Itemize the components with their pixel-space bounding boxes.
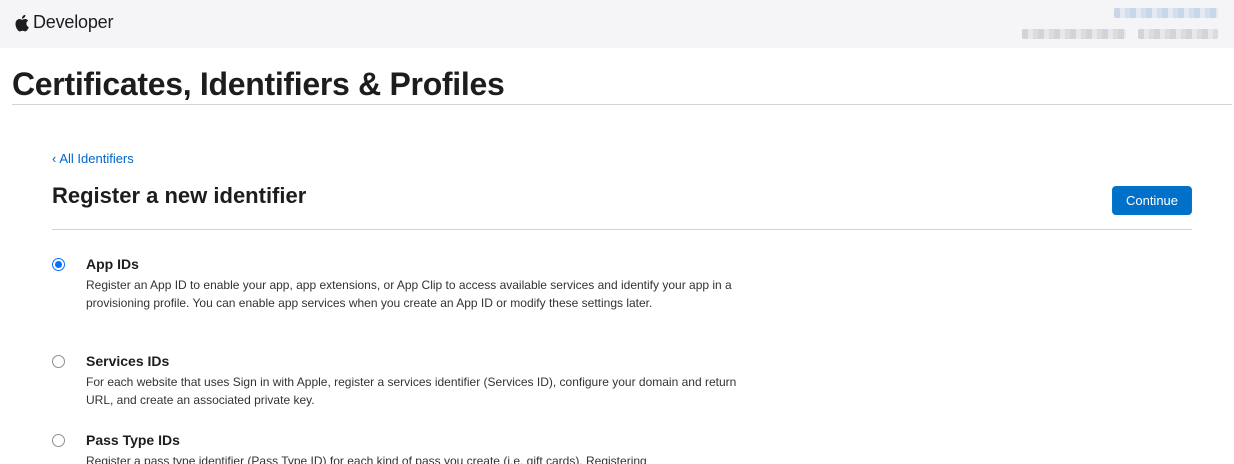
chevron-left-icon: ‹ — [52, 151, 57, 166]
title-divider — [12, 104, 1232, 105]
option-description: Register an App ID to enable your app, a… — [86, 278, 732, 310]
redacted-account-name — [1114, 8, 1218, 18]
apple-logo-icon — [15, 14, 29, 31]
redacted-team-name — [1022, 29, 1126, 39]
option-description: For each website that uses Sign in with … — [86, 375, 737, 407]
option-description: Register a pass type identifier (Pass Ty… — [86, 454, 647, 464]
all-identifiers-link[interactable]: ‹ All Identifiers — [52, 151, 134, 166]
option-title: Services IDs — [86, 353, 170, 369]
radio-app-ids[interactable] — [52, 258, 65, 271]
page-title: Certificates, Identifiers & Profiles — [12, 66, 505, 102]
global-nav: Developer — [0, 0, 1234, 48]
continue-button[interactable]: Continue — [1112, 186, 1192, 215]
section-title: Register a new identifier — [52, 183, 307, 208]
radio-services-ids[interactable] — [52, 355, 65, 368]
section-divider — [52, 229, 1192, 230]
option-title: Pass Type IDs — [86, 432, 180, 448]
redacted-team-id — [1138, 29, 1218, 39]
brand-name: Developer — [33, 12, 114, 32]
radio-pass-type-ids[interactable] — [52, 434, 65, 447]
developer-home-link[interactable]: Developer — [14, 12, 113, 33]
option-title: App IDs — [86, 256, 139, 272]
back-link-label: All Identifiers — [59, 151, 134, 166]
account-menu[interactable] — [974, 0, 1234, 48]
